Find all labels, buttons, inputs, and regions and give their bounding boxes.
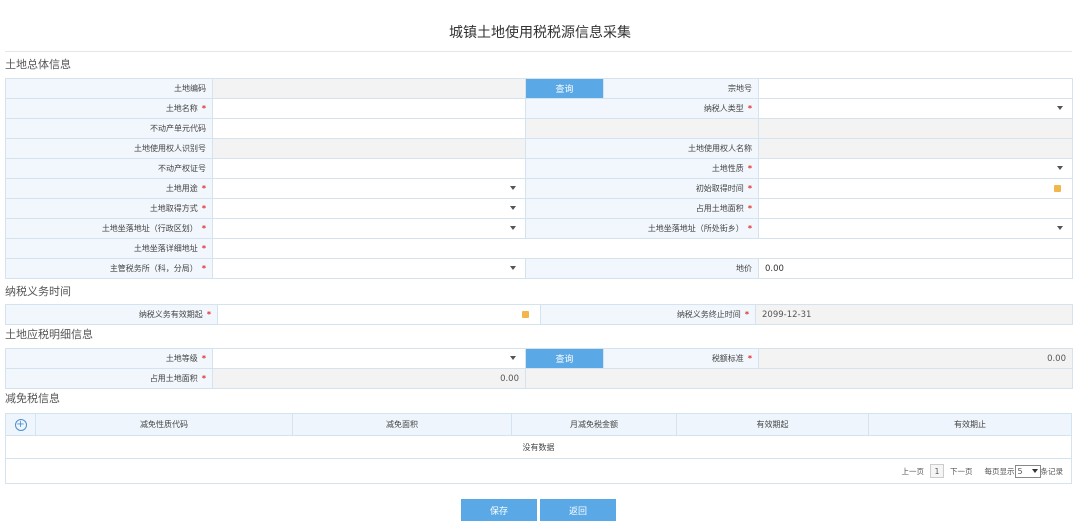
page-size-select[interactable]: 5	[1014, 464, 1041, 478]
label-estate-unit-code: 不动产单元代码	[5, 118, 213, 139]
chevron-down-icon	[1057, 106, 1063, 110]
label-land-price: 地价	[525, 258, 759, 279]
label-addr-district: 土地坐落地址（行政区划） *	[5, 218, 213, 239]
user-name-field	[758, 138, 1073, 159]
land-code-field	[212, 78, 526, 99]
label-detail-area: 占用土地面积 *	[5, 368, 213, 389]
chevron-down-icon	[510, 186, 516, 190]
obligation-table: 纳税义务有效期起 * 纳税义务终止时间 * 2099-12-31	[5, 304, 1073, 325]
label-occupied-area: 占用土地面积 *	[525, 198, 759, 219]
prev-page-link[interactable]: 上一页	[902, 466, 925, 477]
label-user-id: 土地使用权人识别号	[5, 138, 213, 159]
land-grade-query-button[interactable]: 查询	[525, 348, 604, 369]
empty-message: 没有数据	[6, 436, 1071, 459]
blank-cell	[758, 118, 1073, 139]
label-tax-standard: 税额标准 *	[603, 348, 759, 369]
land-use-select[interactable]	[212, 178, 526, 199]
land-price-input[interactable]: 0.00	[758, 258, 1073, 279]
land-name-input[interactable]	[212, 98, 526, 119]
chevron-down-icon	[510, 266, 516, 270]
column-header: 减免面积	[293, 414, 512, 435]
section-title-general: 土地总体信息	[5, 58, 71, 71]
label-land-name: 土地名称 *	[5, 98, 213, 119]
calendar-icon[interactable]	[522, 311, 529, 318]
label-obligation-start: 纳税义务有效期起 *	[5, 304, 218, 325]
occupied-area-input[interactable]	[758, 198, 1073, 219]
records-suffix: 条记录	[1040, 466, 1064, 476]
label-tax-office: 主管税务所（科，分局） *	[5, 258, 213, 279]
blank-cell	[525, 368, 1073, 389]
chevron-down-icon	[510, 206, 516, 210]
detail-table: 土地等级 * 查询 税额标准 * 0.00 占用土地面积 * 0.00	[5, 348, 1073, 389]
chevron-down-icon	[1057, 226, 1063, 230]
column-header: 有效期止	[954, 420, 986, 429]
user-id-field	[212, 138, 526, 159]
relief-grid-header: + 减免性质代码 减免面积 月减免税金额 有效期起 有效期止	[6, 414, 1071, 436]
taxpayer-type-select[interactable]	[758, 98, 1073, 119]
label-taxpayer-type: 纳税人类型 *	[525, 98, 759, 119]
land-nature-select[interactable]	[758, 158, 1073, 179]
label-acquire-time: 初始取得时间 *	[525, 178, 759, 199]
tax-office-select[interactable]	[212, 258, 526, 279]
label-land-grade: 土地等级 *	[5, 348, 213, 369]
page-title: 城镇土地使用税税源信息采集	[449, 25, 631, 41]
obligation-end-field: 2099-12-31	[755, 304, 1073, 325]
acquire-method-select[interactable]	[212, 198, 526, 219]
section-title-relief: 减免税信息	[5, 392, 60, 405]
label-land-code: 土地编码	[5, 78, 213, 99]
estate-unit-code-input[interactable]	[212, 118, 526, 139]
label-addr-detail: 土地坐落详细地址 *	[5, 238, 213, 259]
per-page-label: 每页显示	[984, 466, 1015, 476]
add-row-cell: +	[6, 414, 36, 435]
label-obligation-end: 纳税义务终止时间 *	[540, 304, 756, 325]
title-divider	[5, 51, 1072, 52]
land-code-query-button[interactable]: 查询	[525, 78, 604, 99]
label-land-use: 土地用途 *	[5, 178, 213, 199]
chevron-down-icon	[1057, 166, 1063, 170]
chevron-down-icon	[510, 226, 516, 230]
page-number[interactable]: 1	[930, 464, 944, 478]
land-grade-select[interactable]	[212, 348, 526, 369]
label-addr-street: 土地坐落地址（所处街乡） *	[525, 218, 759, 239]
chevron-down-icon	[1031, 469, 1038, 473]
section-title-detail: 土地应税明细信息	[5, 328, 93, 341]
back-button[interactable]: 返回	[540, 499, 616, 521]
label-user-name: 土地使用权人名称	[525, 138, 759, 159]
addr-district-select[interactable]	[212, 218, 526, 239]
addr-street-select[interactable]	[758, 218, 1073, 239]
addr-detail-input[interactable]	[212, 238, 1073, 259]
chevron-down-icon	[510, 356, 516, 360]
tax-standard-field: 0.00	[758, 348, 1073, 369]
section-title-obligation: 纳税义务时间	[5, 285, 71, 298]
acquire-time-input[interactable]	[758, 178, 1073, 199]
pager: 上一页 1 下一页 每页显示 5 条记录	[6, 459, 1071, 483]
label-parcel-no: 宗地号	[603, 78, 759, 99]
label-land-nature: 土地性质 *	[525, 158, 759, 179]
save-button[interactable]: 保存	[461, 499, 537, 521]
calendar-icon[interactable]	[1054, 185, 1061, 192]
parcel-no-input[interactable]	[758, 78, 1073, 99]
general-info-table: 土地编码 查询 宗地号 土地名称 * 纳税人类型 * 不动产单元代码 土地使用权人识…	[5, 78, 1073, 279]
detail-area-field: 0.00	[212, 368, 526, 389]
obligation-start-input[interactable]	[217, 304, 541, 325]
column-header: 减免性质代码	[36, 414, 293, 435]
cert-no-input[interactable]	[212, 158, 526, 179]
column-header: 有效期起	[677, 414, 869, 435]
relief-grid: + 减免性质代码 减免面积 月减免税金额 有效期起 有效期止 没有数据 上一页 …	[5, 413, 1072, 484]
next-page-link[interactable]: 下一页	[950, 466, 973, 477]
label-acquire-method: 土地取得方式 *	[5, 198, 213, 219]
label-cert-no: 不动产权证号	[5, 158, 213, 179]
blank-cell	[525, 118, 759, 139]
column-header: 月减免税金额	[512, 414, 677, 435]
plus-circle-icon[interactable]: +	[14, 418, 27, 431]
